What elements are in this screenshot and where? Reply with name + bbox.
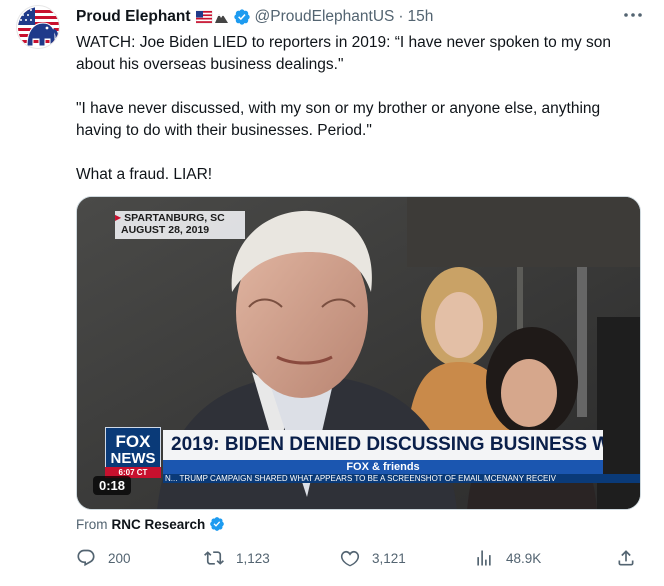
network-line-1: FOX [115, 432, 151, 451]
tweet-paragraph: What a fraud. LIAR! [76, 166, 213, 183]
share-icon [618, 550, 634, 566]
chyron: FOX NEWS 6:07 CT 2019: BIDEN DENIED DISC… [105, 427, 640, 483]
verified-badge-icon[interactable] [233, 8, 251, 26]
source-prefix: From [76, 516, 108, 532]
location-bug: ▶ SPARTANBURG, SC AUGUST 28, 2019 [115, 212, 245, 236]
action-bar: 200 1,123 3,121 48.9K [76, 548, 646, 572]
tweet-text: WATCH: Joe Biden LIED to reporters in 20… [76, 32, 646, 186]
date-text: AUGUST 28, 2019 [121, 224, 210, 236]
video-player[interactable]: ▶ SPARTANBURG, SC AUGUST 28, 2019 FOX NE… [76, 196, 641, 510]
tweet-paragraph: "I have never discussed, with my son or … [76, 100, 601, 139]
location-text: SPARTANBURG, SC [124, 212, 225, 224]
video-timer: 0:18 [93, 476, 132, 495]
headline-text: 2019: BIDEN DENIED DISCUSSING BUSINESS W… [163, 430, 603, 460]
view-count: 48.9K [506, 550, 542, 566]
reply-button[interactable]: 200 [76, 548, 131, 568]
source-name[interactable]: RNC Research [112, 517, 206, 532]
reply-count: 200 [108, 550, 131, 566]
news-ticker: N... TRUMP CAMPAIGN SHARED WHAT APPEARS … [163, 474, 640, 483]
tweet-header: Proud Elephant @ProudElephantUS · 15h [76, 6, 433, 28]
author-handle[interactable]: @ProudElephantUS [255, 8, 395, 26]
share-button[interactable] [616, 548, 648, 568]
views-button[interactable]: 48.9K [474, 548, 541, 568]
flag-emoji-icon [195, 10, 230, 24]
tweet-paragraph: WATCH: Joe Biden LIED to reporters in 20… [76, 34, 611, 73]
arrow-icon: ▶ [115, 213, 122, 222]
avatar[interactable] [16, 5, 60, 49]
like-button[interactable]: 3,121 [340, 548, 406, 568]
more-icon[interactable] [622, 8, 644, 22]
repost-count: 1,123 [236, 550, 270, 566]
tweet-card[interactable]: Proud Elephant @ProudElephantUS · 15h WA… [0, 0, 664, 586]
timestamp[interactable]: 15h [408, 8, 434, 26]
views-icon [477, 550, 491, 566]
like-count: 3,121 [372, 550, 406, 566]
elephant-flag-logo-icon [18, 7, 59, 48]
author-name[interactable]: Proud Elephant [76, 8, 191, 26]
separator-dot: · [398, 8, 404, 25]
show-name: FOX & friends [163, 460, 603, 474]
repost-icon [204, 551, 224, 565]
like-icon [340, 550, 360, 567]
network-line-2: NEWS [110, 450, 156, 467]
reply-icon [77, 549, 95, 567]
verified-badge-icon [209, 516, 225, 532]
repost-button[interactable]: 1,123 [204, 548, 270, 568]
source-attribution: From RNC Research [76, 516, 225, 532]
